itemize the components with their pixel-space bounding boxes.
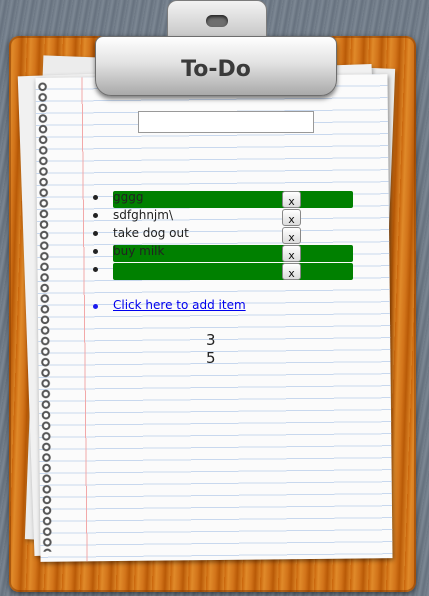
delete-item-button[interactable]: x	[282, 209, 301, 226]
todo-item: sdfghnjm\ x	[93, 208, 353, 226]
add-item-link[interactable]: Click here to add item	[113, 298, 246, 312]
delete-item-button[interactable]: x	[282, 227, 301, 244]
delete-item-button[interactable]: x	[282, 263, 301, 280]
app-title: To-Do	[181, 57, 251, 82]
todo-item: gggg x	[93, 190, 353, 208]
todo-item: take dog out x	[93, 226, 353, 244]
clip-body: To-Do	[95, 36, 337, 96]
bullet-icon	[93, 304, 98, 309]
todo-item-label[interactable]: buy milk	[113, 244, 164, 258]
todo-item: buy milk x	[93, 244, 353, 262]
count-value-2: 5	[206, 349, 216, 367]
clipboard-clip: To-Do	[95, 0, 337, 96]
todo-item-label[interactable]: gggg	[113, 190, 143, 204]
spiral-binding	[37, 81, 53, 552]
bullet-icon	[93, 231, 98, 236]
delete-item-button[interactable]: x	[282, 191, 301, 208]
todo-item: x	[93, 262, 353, 280]
todo-list: gggg x sdfghnjm\ x take dog out x buy milk x x	[93, 190, 353, 280]
notepad-paper	[35, 74, 393, 562]
bullet-icon	[93, 195, 98, 200]
todo-highlight-bar	[113, 191, 353, 208]
clip-hole-icon	[206, 15, 228, 27]
bullet-icon	[93, 213, 98, 218]
bullet-icon	[93, 267, 98, 272]
todo-item-label[interactable]: sdfghnjm\	[113, 208, 173, 222]
bullet-icon	[93, 249, 98, 254]
todo-highlight-bar	[113, 263, 353, 280]
todo-item-label[interactable]: take dog out	[113, 226, 189, 240]
count-value-1: 3	[206, 331, 216, 349]
new-item-input[interactable]	[138, 111, 314, 133]
delete-item-button[interactable]: x	[282, 245, 301, 262]
